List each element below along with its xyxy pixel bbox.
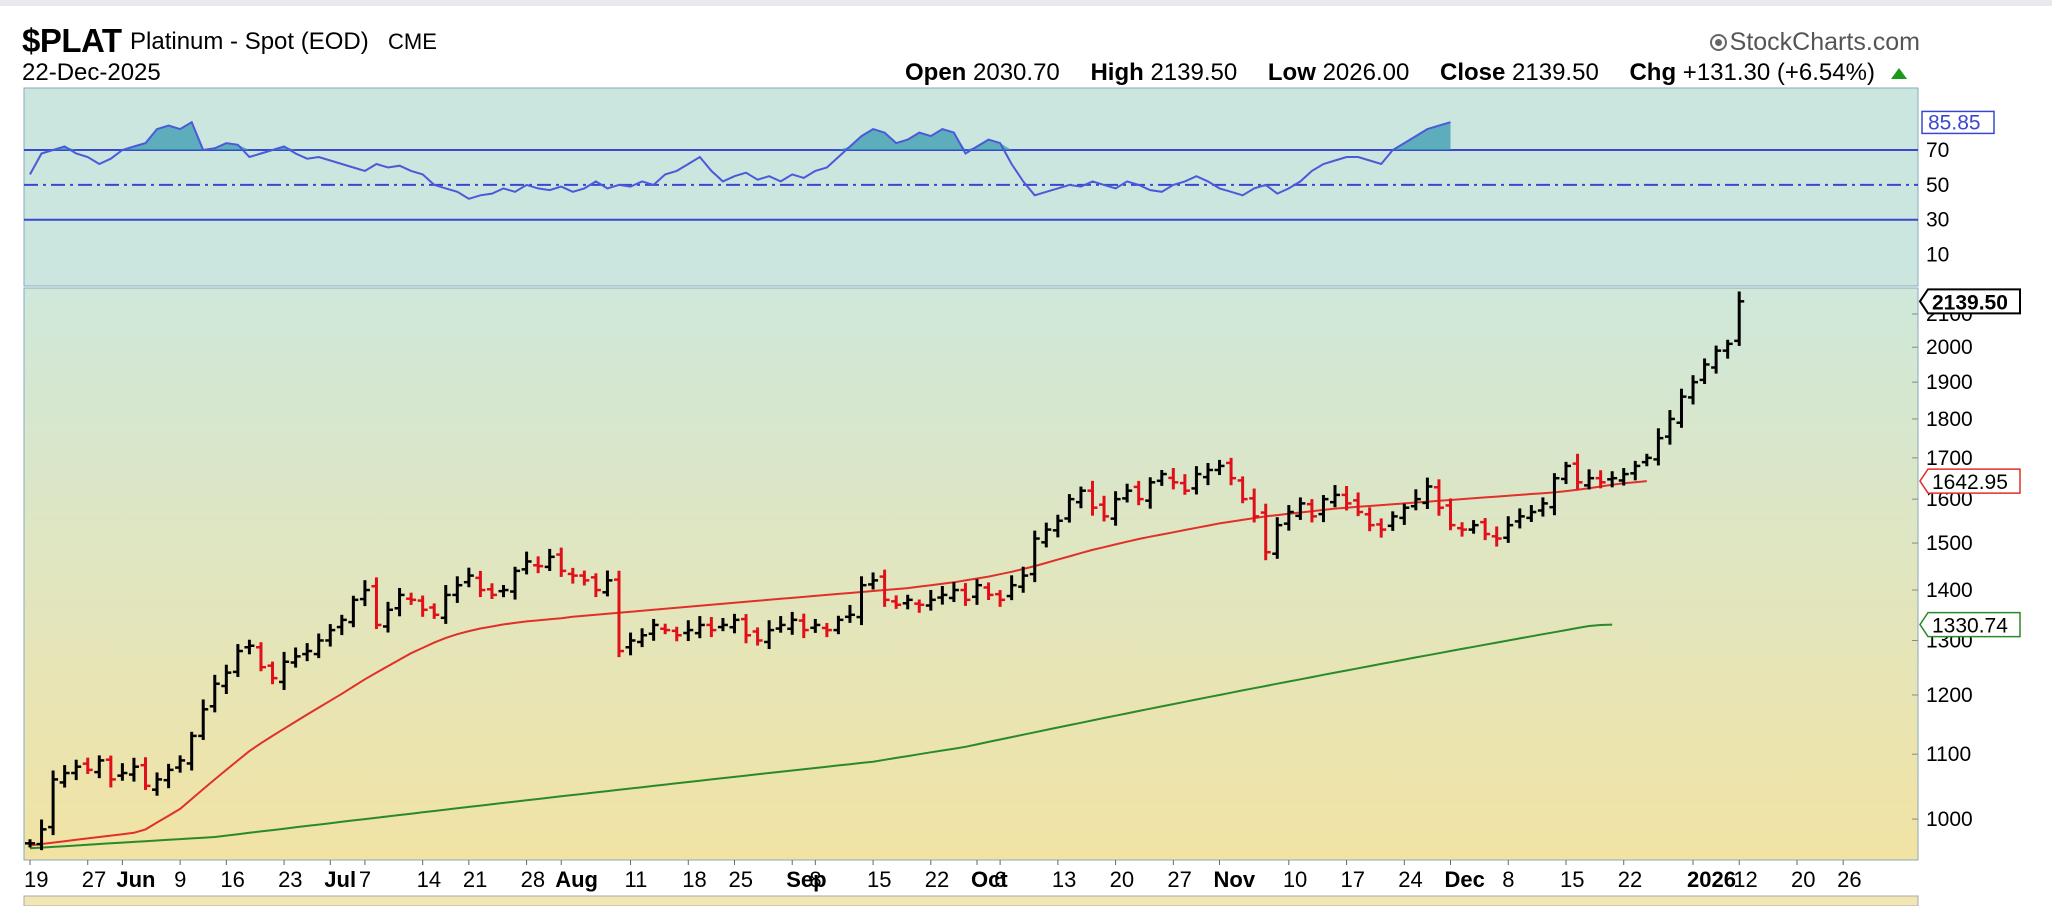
x-tick-label: 27 xyxy=(1167,867,1191,892)
x-tick-label: 24 xyxy=(1398,867,1422,892)
x-tick-label: 20 xyxy=(1791,867,1815,892)
lower-panel-strip xyxy=(23,895,1919,906)
x-tick-label: 15 xyxy=(1560,867,1584,892)
x-tick-label: 11 xyxy=(625,867,648,892)
chart-svg[interactable]: 1030507085.85100011001200130014001500160… xyxy=(0,0,2052,906)
price-tick-label-1800: 1800 xyxy=(1926,408,1973,431)
x-tick-label: 20 xyxy=(1110,867,1134,892)
x-tick-label: 13 xyxy=(1052,867,1076,892)
x-tick-label: 14 xyxy=(417,867,441,892)
x-tick-label: 15 xyxy=(867,867,891,892)
x-tick-label: 2026 xyxy=(1687,867,1736,892)
price-tick-label-1900: 1900 xyxy=(1926,371,1973,394)
x-tick-label: 18 xyxy=(682,867,706,892)
x-tick-label: Nov xyxy=(1214,867,1256,892)
price-panel-bg xyxy=(23,287,1919,861)
price-badge-label-close: 2139.50 xyxy=(1932,291,2008,314)
price-badge-label-ma50: 1642.95 xyxy=(1932,471,2008,494)
rsi-last-value-label: 85.85 xyxy=(1928,111,1981,134)
price-tick-label-1500: 1500 xyxy=(1926,532,1973,555)
price-tick-label-2000: 2000 xyxy=(1926,336,1973,359)
x-tick-label: 7 xyxy=(359,867,371,892)
price-badge-label-ma200: 1330.74 xyxy=(1932,615,2008,638)
x-tick-label: 12 xyxy=(1733,867,1757,892)
x-tick-label: 19 xyxy=(24,867,48,892)
x-tick-label: 23 xyxy=(278,867,302,892)
rsi-tick-label-30: 30 xyxy=(1926,209,1949,232)
rsi-tick-label-50: 50 xyxy=(1926,174,1949,197)
x-tick-label: 28 xyxy=(521,867,545,892)
x-tick-label: Dec xyxy=(1445,867,1485,892)
x-tick-label: Jun xyxy=(116,867,155,892)
x-tick-label: 26 xyxy=(1837,867,1861,892)
x-tick-label: 16 xyxy=(220,867,244,892)
x-tick-label: 22 xyxy=(925,867,949,892)
price-tick-label-1000: 1000 xyxy=(1926,808,1973,831)
x-tick-label: 8 xyxy=(809,867,821,892)
price-tick-label-1200: 1200 xyxy=(1926,684,1973,707)
x-tick-label: 10 xyxy=(1283,867,1307,892)
x-tick-label: Aug xyxy=(555,867,598,892)
x-tick-label: 25 xyxy=(728,867,752,892)
x-tick-label: 27 xyxy=(82,867,106,892)
x-tick-label: 17 xyxy=(1341,867,1365,892)
rsi-tick-label-70: 70 xyxy=(1926,139,1949,162)
x-tick-label: 6 xyxy=(994,867,1006,892)
price-tick-label-1400: 1400 xyxy=(1926,579,1973,602)
x-tick-label: 9 xyxy=(174,867,186,892)
x-tick-label: Jul xyxy=(324,867,356,892)
price-tick-label-1100: 1100 xyxy=(1926,743,1971,766)
x-tick-label: 22 xyxy=(1618,867,1642,892)
rsi-panel-bg xyxy=(23,87,1919,287)
x-tick-label: 8 xyxy=(1502,867,1514,892)
rsi-tick-label-10: 10 xyxy=(1926,244,1949,267)
price-tick-label-1700: 1700 xyxy=(1926,447,1973,470)
x-tick-label: 21 xyxy=(463,867,487,892)
